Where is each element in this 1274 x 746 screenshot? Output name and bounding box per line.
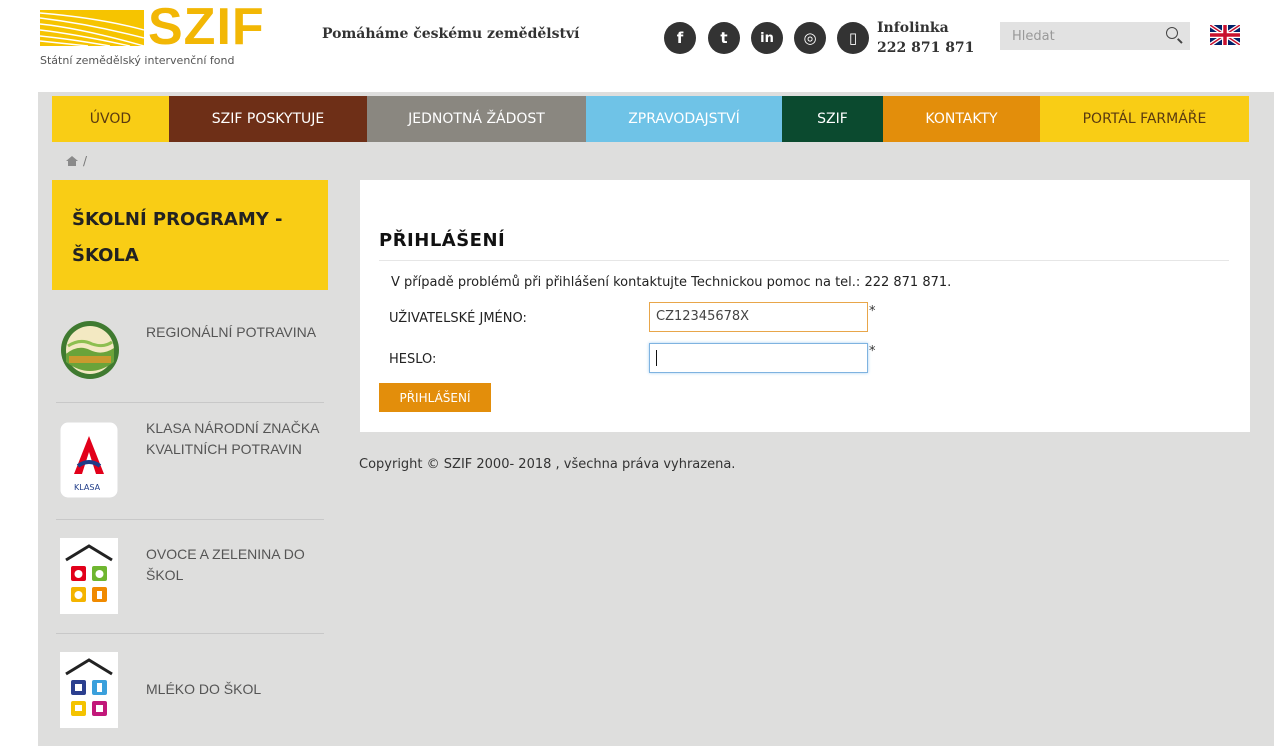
mleko-logo-icon — [60, 652, 118, 728]
sidebar-divider — [56, 402, 324, 403]
klasa-logo-icon: KLASA — [60, 422, 118, 498]
svg-text:KLASA: KLASA — [74, 483, 101, 492]
copyright-text: Copyright © SZIF 2000- 2018 , všechna pr… — [359, 457, 736, 472]
breadcrumb-separator: / — [83, 154, 88, 168]
sidebar-divider — [56, 519, 324, 520]
sidebar-item-ovoce-zelenina[interactable]: OVOCE A ZELENINA DO ŠKOL — [56, 536, 324, 620]
sidebar-item-klasa[interactable]: KLASA KLASA NÁRODNÍ ZNAČKA KVALITNÍCH PO… — [56, 410, 324, 510]
username-field[interactable]: CZ12345678X — [649, 302, 868, 332]
nav-item-jednotna-zadost[interactable]: JEDNOTNÁ ŽÁDOST — [367, 96, 586, 142]
sidebar-item-mleko[interactable]: MLÉKO DO ŠKOL — [56, 650, 324, 734]
search-icon[interactable] — [1166, 27, 1178, 39]
username-label: UŽIVATELSKÉ JMÉNO: — [389, 311, 527, 326]
nav-item-portal-farmare[interactable]: PORTÁL FARMÁŘE — [1040, 96, 1249, 142]
login-panel: PŘIHLÁŠENÍ V případě problémů při přihlá… — [360, 180, 1250, 432]
site-header: SZIF Státní zemědělský intervenční fond … — [0, 0, 1274, 92]
logo-subtitle: Státní zemědělský intervenční fond — [40, 54, 235, 67]
title-divider — [379, 260, 1229, 261]
uk-flag-icon[interactable] — [1210, 25, 1240, 45]
nav-item-szif-poskytuje[interactable]: SZIF POSKYTUJE — [169, 96, 367, 142]
regionalni-potravina-logo-icon — [61, 321, 119, 379]
required-mark: * — [869, 344, 876, 359]
infolinka: Infolinka 222 871 871 — [877, 18, 974, 58]
linkedin-icon[interactable]: in — [751, 22, 783, 54]
required-mark: * — [869, 304, 876, 319]
sidebar-item-regionalni-potravina[interactable]: REGIONÁLNÍ POTRAVINA — [56, 310, 324, 390]
text-caret — [656, 349, 657, 366]
nav-item-zpravodajstvi[interactable]: ZPRAVODAJSTVÍ — [586, 96, 782, 142]
login-help-note: V případě problémů při přihlášení kontak… — [391, 275, 952, 290]
login-title: PŘIHLÁŠENÍ — [379, 230, 506, 251]
nav-item-uvod[interactable]: ÚVOD — [52, 96, 169, 142]
nav-item-kontakty[interactable]: KONTAKTY — [883, 96, 1040, 142]
phone-icon[interactable]: ▯ — [837, 22, 869, 54]
search-box — [1000, 22, 1190, 50]
sidebar-item-label: KLASA NÁRODNÍ ZNAČKA KVALITNÍCH POTRAVIN — [146, 420, 319, 457]
sidebar-item-label: OVOCE A ZELENINA DO ŠKOL — [146, 546, 305, 583]
breadcrumb: / — [66, 154, 87, 168]
tagline: Pomáháme českému zemědělství — [322, 26, 580, 42]
infolinka-label: Infolinka — [877, 20, 949, 36]
infolinka-number[interactable]: 222 871 871 — [877, 38, 974, 58]
search-input[interactable] — [1000, 22, 1162, 50]
logo-text[interactable]: SZIF — [148, 1, 265, 53]
password-label: HESLO: — [389, 352, 437, 367]
sidebar-divider — [56, 633, 324, 634]
main-nav: ÚVOD SZIF POSKYTUJE JEDNOTNÁ ŽÁDOST ZPRA… — [52, 96, 1249, 142]
instagram-icon[interactable]: ◎ — [794, 22, 826, 54]
sidebar-item-label: REGIONÁLNÍ POTRAVINA — [146, 324, 317, 340]
twitter-icon[interactable]: t — [708, 22, 740, 54]
login-button[interactable]: PŘIHLÁŠENÍ — [379, 383, 491, 412]
password-field[interactable] — [649, 343, 868, 373]
ovoce-zelenina-logo-icon — [60, 538, 118, 614]
szif-logo-stripes-icon — [40, 10, 144, 46]
facebook-icon[interactable]: f — [664, 22, 696, 54]
sidebar-title: ŠKOLNÍ PROGRAMY - ŠKOLA — [52, 180, 328, 290]
home-icon[interactable] — [66, 156, 78, 166]
nav-item-szif[interactable]: SZIF — [782, 96, 883, 142]
sidebar-item-label: MLÉKO DO ŠKOL — [146, 681, 262, 697]
